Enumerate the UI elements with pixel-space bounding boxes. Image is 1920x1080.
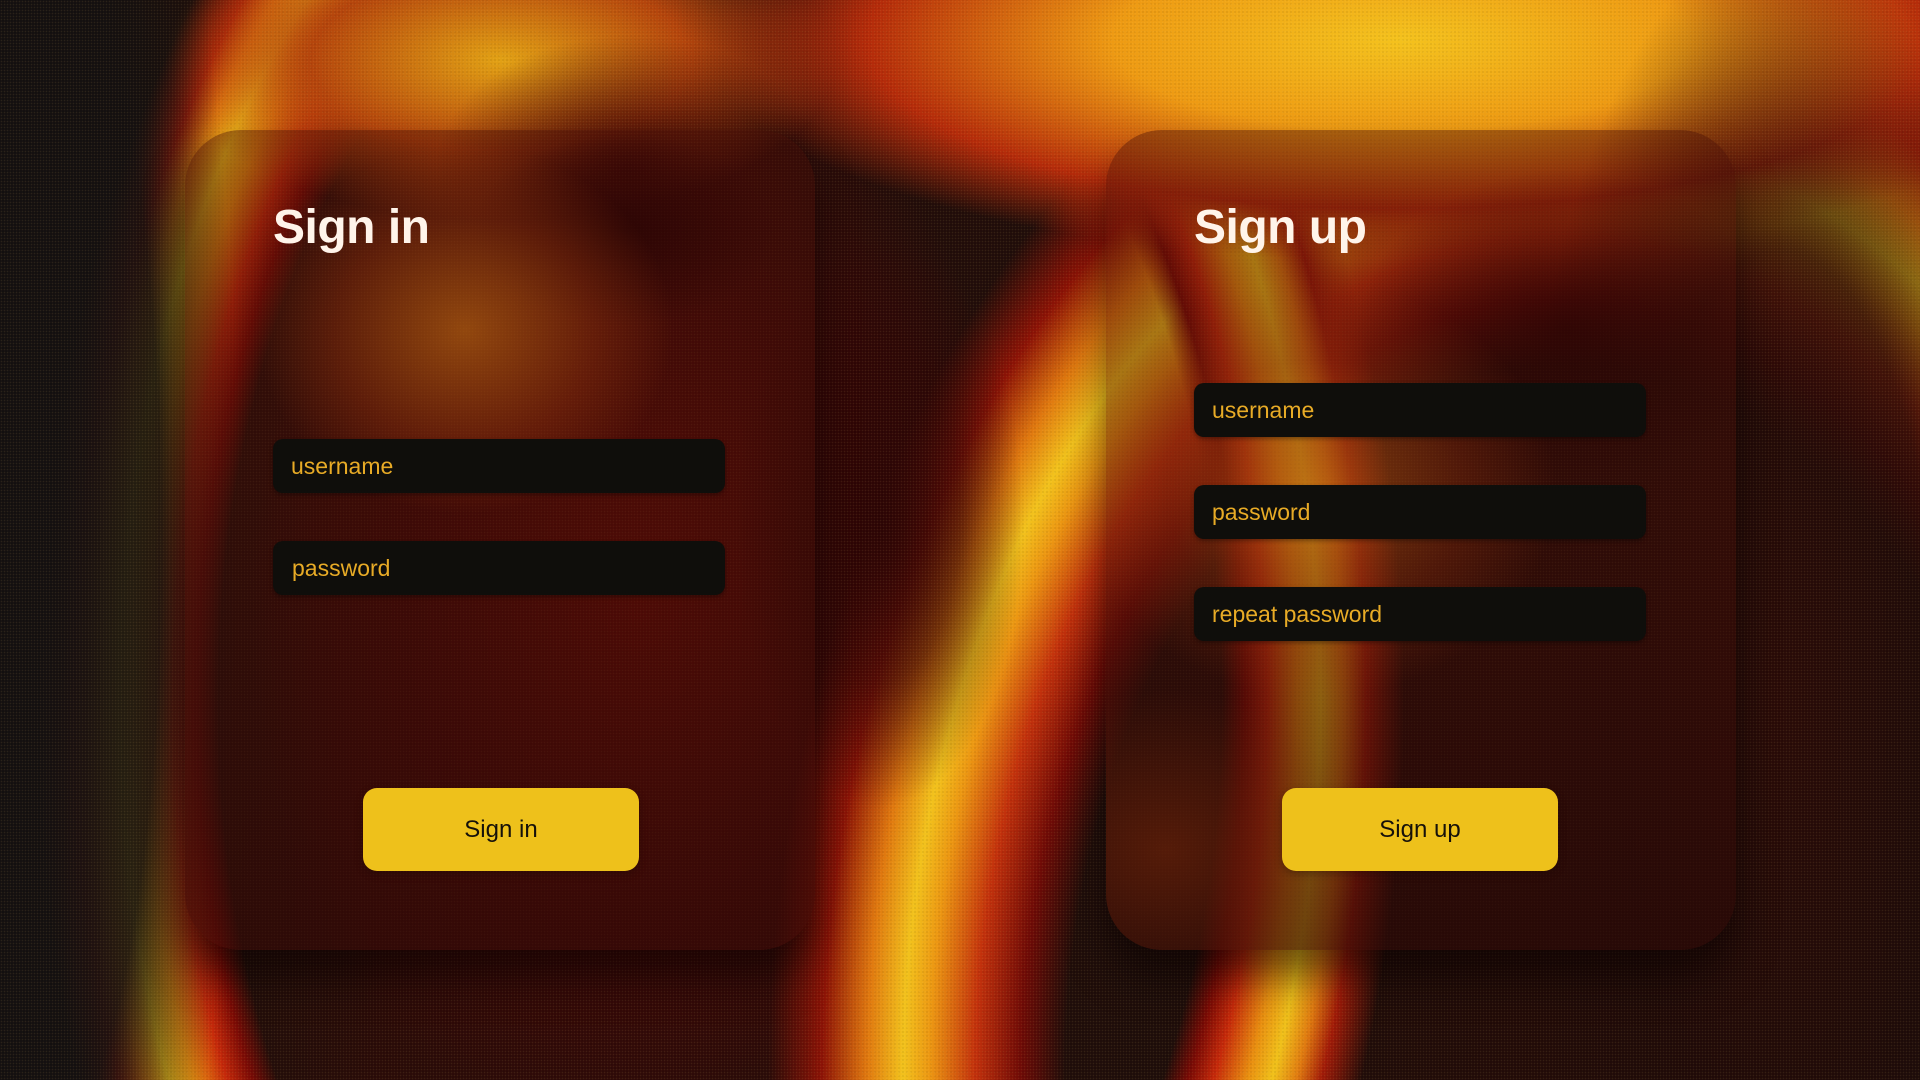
signup-password-input[interactable]: [1194, 485, 1646, 539]
signup-title: Sign up: [1194, 201, 1367, 254]
signin-button[interactable]: Sign in: [363, 788, 639, 871]
signup-username-field: [1194, 383, 1646, 437]
signup-username-input[interactable]: [1194, 383, 1646, 437]
signin-title: Sign in: [273, 201, 430, 254]
signup-card: Sign up Sign up: [1106, 130, 1736, 950]
signin-username-field: [273, 439, 725, 493]
signup-repeat-password-input[interactable]: [1194, 587, 1646, 641]
signin-password-input[interactable]: [273, 541, 725, 595]
signin-username-input[interactable]: [273, 439, 725, 493]
signup-button[interactable]: Sign up: [1282, 788, 1558, 871]
signin-card: Sign in Sign in: [185, 130, 815, 950]
signup-password-field: [1194, 485, 1646, 539]
signup-repeat-password-field: [1194, 587, 1646, 641]
page-background: Sign in Sign in Sign up Sign up: [0, 0, 1920, 1080]
signin-password-field: [273, 541, 725, 595]
